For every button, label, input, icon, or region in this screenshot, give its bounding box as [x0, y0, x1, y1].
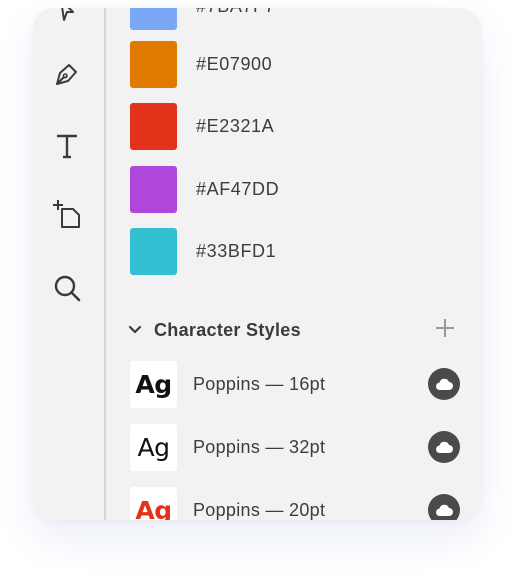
add-character-style-button[interactable] — [433, 316, 457, 340]
color-swatch — [130, 40, 177, 88]
color-swatch — [130, 227, 177, 275]
color-swatch-row[interactable]: #AF47DD — [130, 165, 279, 213]
toolbar — [33, 8, 106, 520]
search-icon — [54, 275, 81, 302]
character-styles-header[interactable]: Character Styles — [128, 316, 458, 344]
chevron-down-icon[interactable] — [128, 323, 142, 337]
assets-panel: #7BA7F7 #E07900 #E2321A #AF47DD #33BFD1 — [33, 8, 481, 520]
cloud-icon[interactable] — [428, 368, 460, 400]
pen-icon — [56, 64, 77, 85]
zoom-tool-button[interactable] — [49, 270, 85, 306]
artboard-icon — [53, 200, 80, 228]
color-hex-label: #E2321A — [196, 115, 275, 136]
color-hex-label: #AF47DD — [196, 178, 280, 199]
color-swatch — [130, 8, 177, 30]
cursor-icon — [61, 8, 74, 21]
color-swatch-row[interactable]: #E07900 — [130, 40, 272, 88]
color-swatch-row[interactable]: #33BFD1 — [130, 227, 276, 275]
color-swatch-row[interactable]: #7BA7F7 — [130, 8, 275, 30]
color-hex-label: #7BA7F7 — [196, 8, 275, 17]
type-preview: Ag — [130, 486, 177, 520]
color-hex-label: #E07900 — [196, 53, 273, 74]
cloud-icon[interactable] — [428, 494, 460, 520]
pen-tool-button[interactable] — [49, 56, 85, 92]
color-swatch — [130, 102, 177, 150]
character-style-label: Poppins — 16pt — [193, 373, 326, 394]
color-swatch-row[interactable]: #E2321A — [130, 102, 274, 150]
artboard-tool-button[interactable] — [49, 196, 85, 232]
select-tool-button[interactable] — [49, 8, 85, 28]
type-preview: Ag — [130, 360, 177, 408]
cloud-icon[interactable] — [428, 431, 460, 463]
character-style-row[interactable]: Ag Poppins — 20pt — [130, 486, 460, 520]
section-title: Character Styles — [154, 319, 301, 340]
plus-icon — [436, 319, 454, 337]
type-preview: Ag — [130, 423, 177, 471]
color-hex-label: #33BFD1 — [196, 240, 277, 261]
character-style-row[interactable]: Ag Poppins — 16pt — [130, 360, 460, 408]
assets-content: #7BA7F7 #E07900 #E2321A #AF47DD #33BFD1 — [106, 8, 481, 520]
text-t-icon — [57, 134, 77, 159]
app-stage: #7BA7F7 #E07900 #E2321A #AF47DD #33BFD1 — [0, 0, 514, 577]
character-style-label: Poppins — 20pt — [193, 499, 326, 520]
text-tool-button[interactable] — [49, 128, 85, 164]
color-swatch — [130, 165, 177, 213]
character-style-label: Poppins — 32pt — [193, 436, 326, 457]
character-style-row[interactable]: Ag Poppins — 32pt — [130, 423, 460, 471]
